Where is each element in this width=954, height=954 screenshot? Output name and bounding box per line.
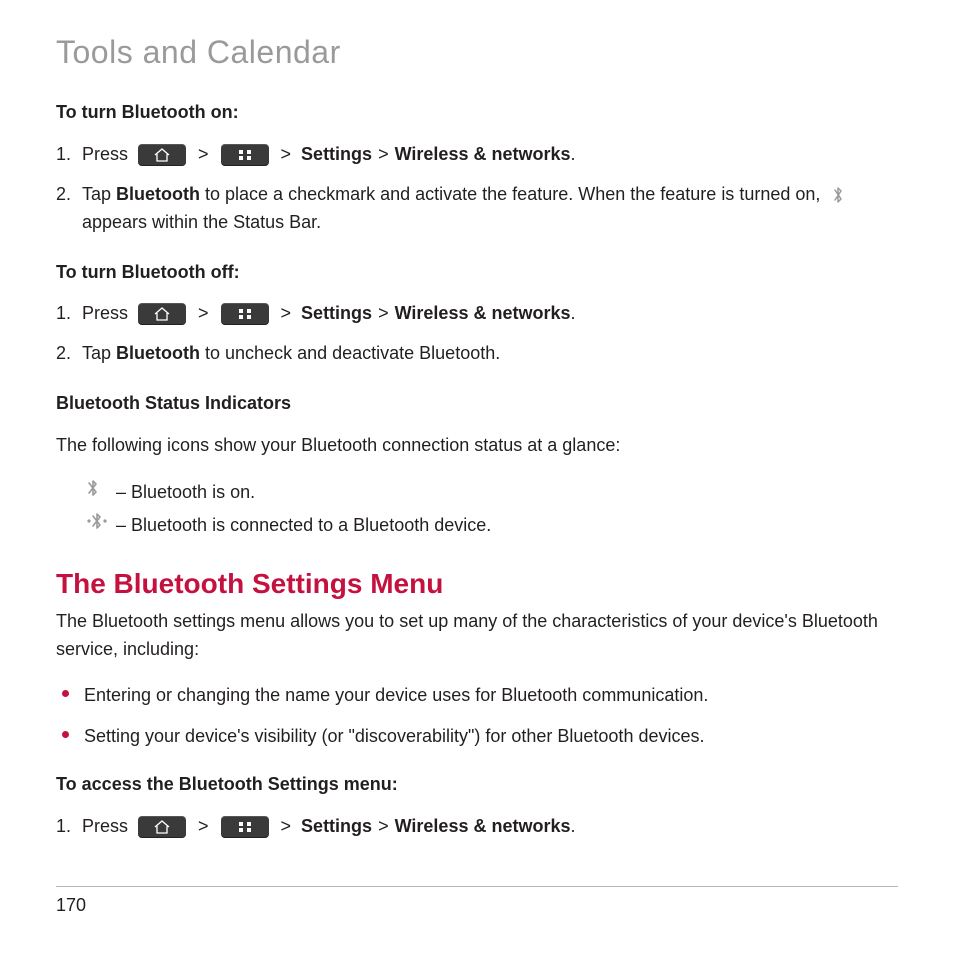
turn-on-step-1: 1. Press > > Settings > Wireless & netwo… xyxy=(56,141,912,169)
text: Tap xyxy=(82,343,116,363)
separator: > xyxy=(372,300,395,328)
bluetooth-label: Bluetooth xyxy=(116,184,200,204)
step-content: Press > > Settings > Wireless & networks… xyxy=(82,813,912,841)
access-step-1: 1. Press > > Settings > Wireless & netwo… xyxy=(56,813,912,841)
turn-off-step-1: 1. Press > > Settings > Wireless & netwo… xyxy=(56,300,912,328)
subhead-access-menu: To access the Bluetooth Settings menu: xyxy=(56,771,912,799)
step-number: 2. xyxy=(56,340,82,368)
wireless-label: Wireless & networks xyxy=(395,813,571,841)
status-text: – Bluetooth is connected to a Bluetooth … xyxy=(116,512,491,540)
home-key-icon xyxy=(138,144,186,166)
separator: > xyxy=(188,300,219,328)
bluetooth-label: Bluetooth xyxy=(116,343,200,363)
period: . xyxy=(570,813,575,841)
subhead-turn-on: To turn Bluetooth on: xyxy=(56,99,912,127)
wireless-label: Wireless & networks xyxy=(395,141,571,169)
apps-key-icon xyxy=(221,303,269,325)
separator: > xyxy=(372,141,395,169)
status-item-on: – Bluetooth is on. xyxy=(86,478,912,507)
subhead-turn-off: To turn Bluetooth off: xyxy=(56,259,912,287)
section-heading-bluetooth-menu: The Bluetooth Settings Menu xyxy=(56,568,912,600)
step-content: Tap Bluetooth to uncheck and deactivate … xyxy=(82,340,912,368)
separator: > xyxy=(271,300,302,328)
separator: > xyxy=(271,813,302,841)
settings-label: Settings xyxy=(301,141,372,169)
step-content: Tap Bluetooth to place a checkmark and a… xyxy=(82,181,912,237)
footer-divider xyxy=(56,886,898,887)
bullet-item: Setting your device's visibility (or "di… xyxy=(56,723,912,751)
menu-intro: The Bluetooth settings menu allows you t… xyxy=(56,608,912,664)
apps-key-icon xyxy=(221,144,269,166)
page-number: 170 xyxy=(56,895,898,916)
step-number: 1. xyxy=(56,813,82,841)
bluetooth-on-icon xyxy=(86,478,116,507)
manual-page: Tools and Calendar To turn Bluetooth on:… xyxy=(0,0,954,954)
subhead-status-indicators: Bluetooth Status Indicators xyxy=(56,390,912,418)
text: appears within the Status Bar. xyxy=(82,212,321,232)
status-text: – Bluetooth is on. xyxy=(116,479,255,507)
settings-label: Settings xyxy=(301,813,372,841)
bluetooth-icon xyxy=(829,185,847,205)
press-label: Press xyxy=(82,300,128,328)
step-content: Press > > Settings > Wireless & networks… xyxy=(82,300,912,328)
status-intro: The following icons show your Bluetooth … xyxy=(56,432,912,460)
bluetooth-connected-icon xyxy=(86,511,116,540)
step-content: Press > > Settings > Wireless & networks… xyxy=(82,141,912,169)
text: to uncheck and deactivate Bluetooth. xyxy=(200,343,500,363)
bullet-item: Entering or changing the name your devic… xyxy=(56,682,912,710)
home-key-icon xyxy=(138,303,186,325)
turn-on-step-2: 2. Tap Bluetooth to place a checkmark an… xyxy=(56,181,912,237)
separator: > xyxy=(271,141,302,169)
bullet-list: Entering or changing the name your devic… xyxy=(56,682,912,752)
press-label: Press xyxy=(82,813,128,841)
period: . xyxy=(570,300,575,328)
text: to place a checkmark and activate the fe… xyxy=(200,184,825,204)
page-title: Tools and Calendar xyxy=(56,34,912,71)
period: . xyxy=(570,141,575,169)
text: Tap xyxy=(82,184,116,204)
settings-label: Settings xyxy=(301,300,372,328)
status-item-connected: – Bluetooth is connected to a Bluetooth … xyxy=(86,511,912,540)
home-key-icon xyxy=(138,816,186,838)
apps-key-icon xyxy=(221,816,269,838)
step-number: 1. xyxy=(56,300,82,328)
wireless-label: Wireless & networks xyxy=(395,300,571,328)
step-number: 1. xyxy=(56,141,82,169)
press-label: Press xyxy=(82,141,128,169)
step-number: 2. xyxy=(56,181,82,209)
page-footer: 170 xyxy=(0,886,954,916)
separator: > xyxy=(188,141,219,169)
separator: > xyxy=(372,813,395,841)
separator: > xyxy=(188,813,219,841)
turn-off-step-2: 2. Tap Bluetooth to uncheck and deactiva… xyxy=(56,340,912,368)
